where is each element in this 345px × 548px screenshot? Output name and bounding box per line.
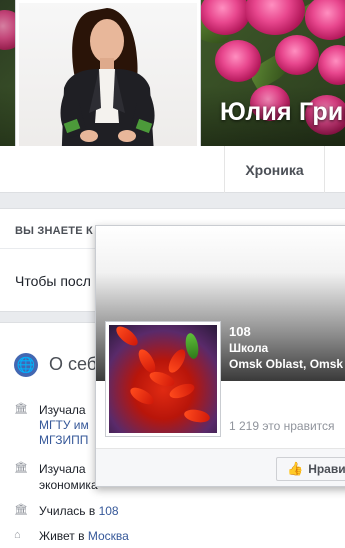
about-row-text: Изучала <box>39 462 86 476</box>
school-link[interactable]: МГЗИПП <box>39 433 88 448</box>
hovercard-page-name[interactable]: 108 <box>229 324 251 339</box>
graduation-cap-icon: 🏛 <box>14 403 28 415</box>
know-card-text: Чтобы посл <box>15 273 91 289</box>
stem <box>183 332 201 360</box>
like-button-label: Нрави <box>308 462 345 476</box>
school-108-link[interactable]: 108 <box>99 504 119 518</box>
hovercard-footer: 👍 Нрави <box>96 448 345 486</box>
cover-rose <box>305 0 345 40</box>
globe-icon: 🌐 <box>14 353 38 377</box>
hovercard-likes-count: 1 219 это нравится <box>229 419 335 433</box>
cover-rose <box>318 45 345 85</box>
know-card-heading: ВЫ ЗНАЕТЕ К <box>15 225 93 237</box>
city-link[interactable]: Москва <box>88 529 129 543</box>
petal <box>183 407 211 425</box>
graduation-cap-icon: 🏛 <box>14 504 28 516</box>
profile-name[interactable]: Юлия Григ <box>220 98 345 127</box>
petal <box>127 384 157 408</box>
about-row-text: Изучала <box>39 403 86 417</box>
profile-photo <box>19 3 197 170</box>
home-icon: ⌂ <box>14 529 21 541</box>
page-hovercard: 108 Школа Omsk Oblast, Omsk 1 219 это нр… <box>95 225 345 487</box>
petal <box>165 346 189 376</box>
thumbs-up-icon: 👍 <box>287 461 304 476</box>
graduation-cap-icon: 🏛 <box>14 462 28 474</box>
cover-rose <box>275 35 319 75</box>
hovercard-page-picture[interactable] <box>105 321 221 437</box>
school-link[interactable]: МГТУ им <box>39 418 89 433</box>
profile-tab-bar: Хроника <box>0 146 345 193</box>
hovercard-location: Omsk Oblast, Omsk <box>229 357 344 371</box>
petal <box>113 325 141 349</box>
person-illustration <box>60 8 155 170</box>
cover-rose <box>245 0 305 35</box>
hovercard-category: Школа <box>229 341 269 355</box>
like-page-button[interactable]: 👍 Нрави <box>276 457 345 481</box>
lily-photo <box>109 325 217 433</box>
about-row-text: Училась в <box>39 504 96 518</box>
tab-chronicle[interactable]: Хроника <box>224 146 325 193</box>
about-row-text: Живет в <box>39 529 85 543</box>
about-row-text: экономика <box>39 478 98 492</box>
cover-rose <box>215 40 261 82</box>
